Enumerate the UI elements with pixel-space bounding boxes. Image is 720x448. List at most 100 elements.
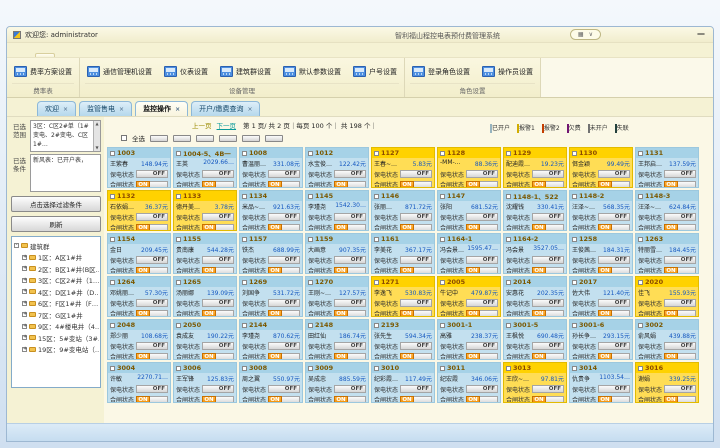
switch-toggle-track[interactable] <box>348 224 366 232</box>
switch-state-toggle[interactable]: ON <box>598 310 630 318</box>
switch-state-toggle[interactable]: ON <box>202 224 234 232</box>
switch-on-badge[interactable]: ON <box>202 267 216 275</box>
ribbon-button[interactable]: 操作员设置 <box>480 64 535 79</box>
meter-checkbox[interactable] <box>308 323 313 328</box>
switch-toggle-track[interactable] <box>414 396 432 404</box>
switch-toggle-track[interactable] <box>216 267 234 275</box>
document-tab[interactable]: 监控操作 × <box>135 101 188 116</box>
switch-state-toggle[interactable]: ON <box>532 353 564 361</box>
switch-on-badge[interactable]: ON <box>334 224 348 232</box>
action-button[interactable] <box>150 135 168 142</box>
tree-item[interactable]: + 9区：4#楼电井（4… <box>22 321 99 331</box>
switch-on-badge[interactable]: ON <box>268 181 282 189</box>
switch-on-badge[interactable]: ON <box>532 353 546 361</box>
minimize-button[interactable]: — <box>697 29 705 38</box>
switch-on-badge[interactable]: ON <box>400 267 414 275</box>
switch-on-badge[interactable]: ON <box>136 267 150 275</box>
meter-checkbox[interactable] <box>374 366 379 371</box>
power-keep-toggle[interactable]: OFF <box>334 385 366 393</box>
power-keep-toggle[interactable]: OFF <box>532 256 564 264</box>
power-keep-toggle[interactable]: OFF <box>466 170 498 178</box>
switch-toggle-track[interactable] <box>150 353 168 361</box>
close-icon[interactable]: × <box>119 106 124 113</box>
switch-toggle-track[interactable] <box>282 396 300 404</box>
action-button[interactable] <box>219 135 237 142</box>
switch-toggle-track[interactable] <box>150 224 168 232</box>
meter-checkbox[interactable] <box>374 237 379 242</box>
switch-toggle-track[interactable] <box>282 353 300 361</box>
meter-checkbox[interactable] <box>176 237 181 242</box>
switch-state-toggle[interactable]: ON <box>598 181 630 189</box>
power-keep-toggle[interactable]: OFF <box>136 342 168 350</box>
switch-toggle-track[interactable] <box>480 353 498 361</box>
switch-on-badge[interactable]: ON <box>268 224 282 232</box>
switch-state-toggle[interactable]: ON <box>334 181 366 189</box>
meter-checkbox[interactable] <box>110 151 115 156</box>
meter-checkbox[interactable] <box>638 194 643 199</box>
switch-on-badge[interactable]: ON <box>664 353 678 361</box>
switch-state-toggle[interactable]: ON <box>334 353 366 361</box>
switch-toggle-track[interactable] <box>282 310 300 318</box>
power-keep-toggle[interactable]: OFF <box>664 385 696 393</box>
switch-on-badge[interactable]: ON <box>532 224 546 232</box>
power-keep-toggle[interactable]: OFF <box>466 256 498 264</box>
switch-on-badge[interactable]: ON <box>466 224 480 232</box>
switch-on-badge[interactable]: ON <box>664 396 678 404</box>
expand-icon[interactable]: + <box>22 347 27 352</box>
switch-on-badge[interactable]: ON <box>598 181 612 189</box>
chevron-down-icon[interactable]: ∨ <box>589 31 593 38</box>
power-keep-toggle[interactable]: OFF <box>202 256 234 264</box>
switch-toggle-track[interactable] <box>546 310 564 318</box>
meter-checkbox[interactable] <box>110 194 115 199</box>
meter-checkbox[interactable] <box>572 237 577 242</box>
switch-state-toggle[interactable]: ON <box>664 224 696 232</box>
switch-state-toggle[interactable]: ON <box>268 267 300 275</box>
switch-state-toggle[interactable]: ON <box>664 310 696 318</box>
switch-on-badge[interactable]: ON <box>466 267 480 275</box>
switch-toggle-track[interactable] <box>150 267 168 275</box>
switch-on-badge[interactable]: ON <box>466 353 480 361</box>
prev-page-link[interactable]: 上一页 <box>192 122 212 130</box>
meter-checkbox[interactable] <box>638 366 643 371</box>
refresh-button[interactable]: 刷新 <box>11 216 101 232</box>
switch-on-badge[interactable]: ON <box>136 353 150 361</box>
tree-item[interactable]: + 6区：F区1#井（F… <box>22 298 99 308</box>
switch-state-toggle[interactable]: ON <box>202 396 234 404</box>
switch-toggle-track[interactable] <box>348 396 366 404</box>
switch-state-toggle[interactable]: ON <box>268 310 300 318</box>
meter-checkbox[interactable] <box>374 151 379 156</box>
ribbon-button[interactable]: 建筑群设置 <box>218 64 273 79</box>
power-keep-toggle[interactable]: OFF <box>664 213 696 221</box>
switch-on-badge[interactable]: ON <box>268 396 282 404</box>
power-keep-toggle[interactable]: OFF <box>532 170 564 178</box>
power-keep-toggle[interactable]: OFF <box>466 299 498 307</box>
switch-toggle-track[interactable] <box>414 310 432 318</box>
switch-on-badge[interactable]: ON <box>202 310 216 318</box>
switch-state-toggle[interactable]: ON <box>466 224 498 232</box>
switch-toggle-track[interactable] <box>150 396 168 404</box>
scroll-down-icon[interactable]: ▼ <box>95 145 98 151</box>
expand-icon[interactable]: + <box>22 301 27 306</box>
meter-checkbox[interactable] <box>110 237 115 242</box>
switch-state-toggle[interactable]: ON <box>400 224 432 232</box>
scroll-up-icon[interactable]: ▲ <box>95 121 98 127</box>
switch-toggle-track[interactable] <box>678 353 696 361</box>
switch-toggle-track[interactable] <box>612 353 630 361</box>
switch-on-badge[interactable]: ON <box>268 310 282 318</box>
power-keep-toggle[interactable]: OFF <box>202 213 234 221</box>
meter-checkbox[interactable] <box>242 194 247 199</box>
filter-select-button[interactable]: 点击选择过滤条件 <box>11 196 101 212</box>
switch-state-toggle[interactable]: ON <box>664 181 696 189</box>
switch-on-badge[interactable]: ON <box>598 396 612 404</box>
meter-checkbox[interactable] <box>242 237 247 242</box>
power-keep-toggle[interactable]: OFF <box>400 299 432 307</box>
switch-on-badge[interactable]: ON <box>202 396 216 404</box>
power-keep-toggle[interactable]: OFF <box>268 170 300 178</box>
ribbon-button[interactable]: 登录角色设置 <box>410 64 472 79</box>
switch-toggle-track[interactable] <box>348 181 366 189</box>
power-keep-toggle[interactable]: OFF <box>334 299 366 307</box>
expand-icon[interactable]: + <box>22 278 27 283</box>
switch-state-toggle[interactable]: ON <box>466 353 498 361</box>
switch-state-toggle[interactable]: ON <box>136 310 168 318</box>
switch-on-badge[interactable]: ON <box>532 267 546 275</box>
